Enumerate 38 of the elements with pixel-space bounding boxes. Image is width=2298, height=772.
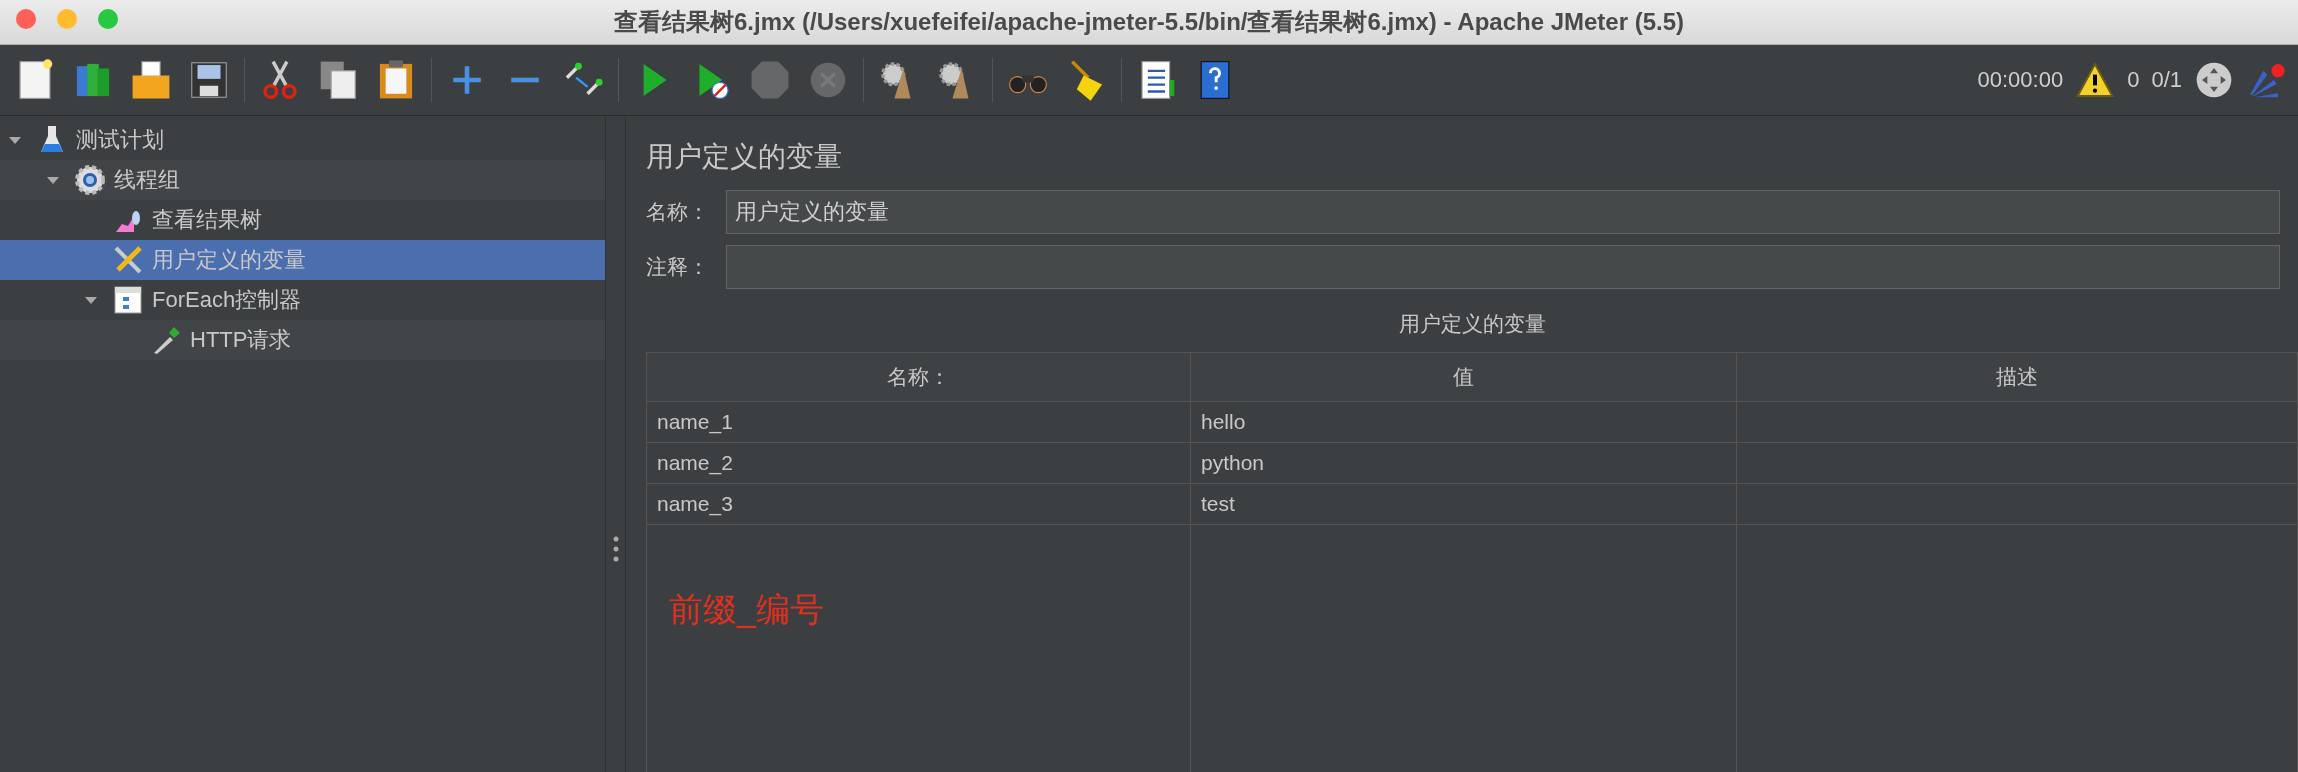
tree-item[interactable]: HTTP请求 — [0, 320, 605, 360]
warning-icon[interactable] — [2075, 60, 2116, 100]
table-cell: name_1 — [647, 402, 1191, 443]
tree-item[interactable]: 查看结果树 — [0, 200, 605, 240]
splitter-handle[interactable] — [611, 534, 620, 564]
annotation-text: 前缀_编号 — [669, 589, 824, 630]
elapsed-time: 00:00:00 — [1977, 67, 2064, 93]
panel-title: 用户定义的变量 — [646, 140, 843, 174]
tree-item[interactable]: 线程组 — [0, 160, 605, 200]
table-cell: python — [1191, 443, 1737, 484]
column-header[interactable]: 值 — [1191, 353, 1737, 402]
column-header[interactable]: 描述 — [1737, 353, 2298, 402]
tree-item-label: 查看结果树 — [152, 206, 262, 234]
remote-icon[interactable] — [2194, 60, 2234, 100]
table-cell: hello — [1191, 402, 1737, 443]
warning-count: 0 — [2127, 67, 2140, 93]
tree-item-label: HTTP请求 — [190, 326, 292, 354]
table-cell: name_3 — [647, 484, 1191, 525]
tree-item-label: 用户定义的变量 — [152, 246, 306, 274]
tree-item-label: ForEach控制器 — [152, 286, 302, 314]
close-button[interactable] — [16, 9, 36, 29]
window-icon — [112, 284, 144, 316]
comment-label: 注释： — [646, 254, 710, 280]
tree-item-label: 测试计划 — [76, 126, 164, 154]
wrench-screwdriver-icon — [112, 244, 144, 276]
comment-field[interactable] — [726, 245, 2280, 289]
tree-item-label: 线程组 — [114, 166, 180, 194]
tree-item[interactable]: 测试计划 — [0, 120, 605, 160]
table-cell: name_2 — [647, 443, 1191, 484]
name-field[interactable]: 用户定义的变量 — [726, 190, 2280, 234]
column-header[interactable]: 名称： — [647, 353, 1191, 402]
gear-icon — [74, 164, 106, 196]
window-title: 查看结果树6.jmx (/Users/xuefeifei/apache-jmeter-5.5/bin/查看结果树6.jmx) - Apache JMeter (5.5) — [613, 7, 1685, 37]
thread-count: 0/1 — [2151, 67, 2182, 93]
tree-item[interactable]: ForEach控制器 — [0, 280, 605, 320]
table-cell: test — [1191, 484, 1737, 525]
table-title: 用户定义的变量 — [1397, 311, 1547, 337]
name-label: 名称： — [646, 199, 710, 225]
